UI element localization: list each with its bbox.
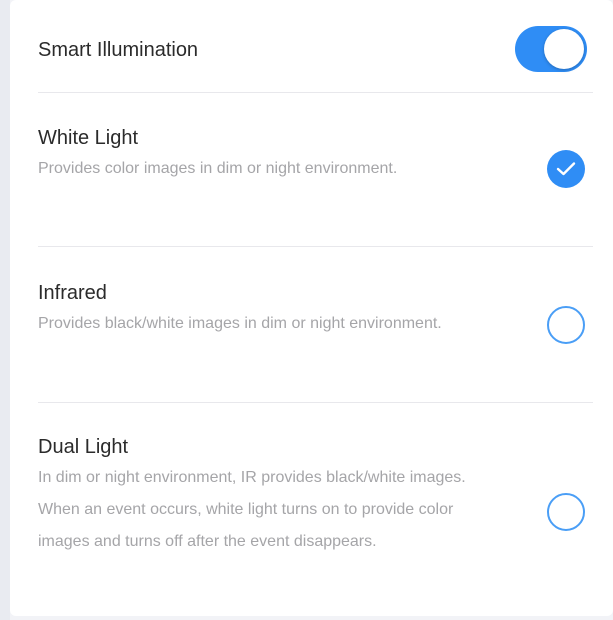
smart-illumination-label: Smart Illumination xyxy=(38,39,199,61)
toggle-knob xyxy=(544,29,584,69)
option-title: Dual Light xyxy=(38,436,129,458)
option-description: Provides black/white images in dim or ni… xyxy=(38,315,442,332)
option-title: White Light xyxy=(38,127,139,149)
option-dual-light[interactable]: Dual Light In dim or night environment, … xyxy=(38,403,593,616)
option-white-light[interactable]: White Light Provides color images in dim… xyxy=(38,93,593,245)
left-rail xyxy=(0,0,10,620)
empty-circle-icon[interactable] xyxy=(547,493,585,531)
smart-illumination-row[interactable]: Smart Illumination xyxy=(38,0,593,92)
checkmark-circle-icon[interactable] xyxy=(547,150,585,188)
option-infrared[interactable]: Infrared Provides black/white images in … xyxy=(38,247,593,401)
option-title: Infrared xyxy=(38,282,107,304)
option-description: In dim or night environment, IR provides… xyxy=(38,469,466,550)
illumination-settings-card: Smart Illumination White Light Provides … xyxy=(10,0,613,616)
option-description: Provides color images in dim or night en… xyxy=(38,160,398,177)
empty-circle-icon[interactable] xyxy=(547,306,585,344)
smart-illumination-toggle[interactable] xyxy=(515,26,587,72)
